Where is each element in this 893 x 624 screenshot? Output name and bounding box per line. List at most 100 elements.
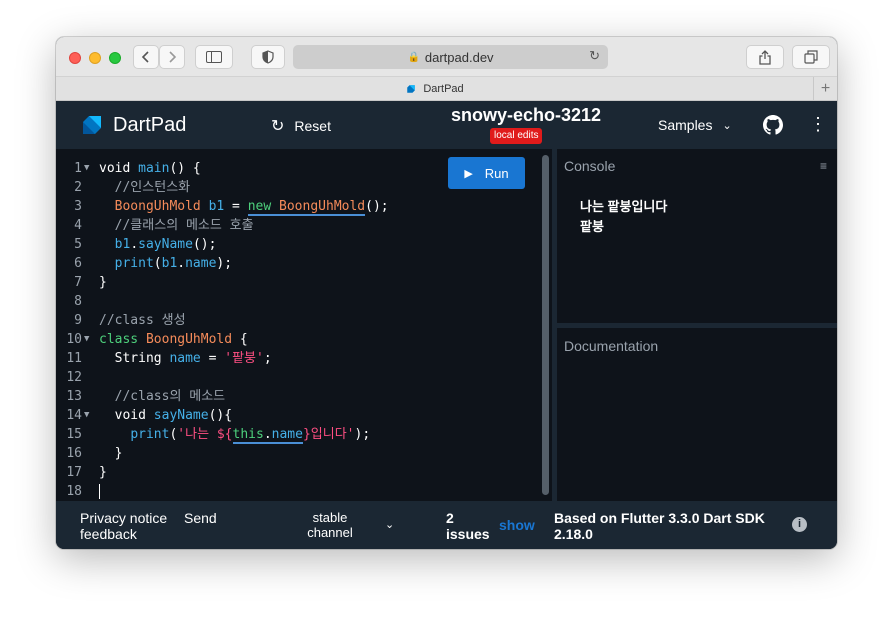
run-label: Run xyxy=(484,165,509,181)
url-text: dartpad.dev xyxy=(424,49,494,65)
address-bar[interactable]: 🔒 dartpad.dev ↻ xyxy=(293,45,608,69)
scrollbar-thumb[interactable] xyxy=(542,155,549,495)
token: void xyxy=(99,161,131,176)
chevron-right-icon xyxy=(169,51,177,63)
token: = xyxy=(224,199,248,214)
line-number: 6 xyxy=(74,256,82,271)
code-editor[interactable]: 1 ▼ void main() { 2 //인스턴스화 3 BoongUhMold … xyxy=(56,149,552,501)
run-button[interactable]: ▶ Run xyxy=(448,157,525,189)
tabs-icon xyxy=(804,50,818,64)
token: () { xyxy=(169,161,201,176)
code-line: 8 xyxy=(56,292,536,311)
code-lines: 1 ▼ void main() { 2 //인스턴스화 3 BoongUhMold … xyxy=(56,159,536,501)
app-name: DartPad xyxy=(113,113,187,136)
browser-titlebar: 🔒 dartpad.dev ↻ xyxy=(56,37,837,77)
local-edits-badge: local edits xyxy=(490,128,543,144)
line-number: 15 xyxy=(66,427,82,442)
zoom-window-button[interactable] xyxy=(109,52,121,64)
sidebar-toggle-button[interactable] xyxy=(195,45,233,69)
pad-title: snowy-echo-3212 xyxy=(451,105,602,125)
reset-button[interactable]: ↻ Reset xyxy=(271,116,331,136)
console-panel: Console ≡ 나는 팥붕입니다 팥붕 xyxy=(557,149,837,323)
clear-console-icon[interactable]: ≡ xyxy=(820,159,827,173)
privacy-report-button[interactable] xyxy=(251,45,285,69)
token: ); xyxy=(354,427,371,442)
show-issues-button[interactable]: show xyxy=(499,517,535,533)
code-line: 3 BoongUhMold b1 = new BoongUhMold(); xyxy=(56,197,536,216)
token: String xyxy=(114,351,162,366)
line-number: 10 xyxy=(66,332,82,347)
string-literal: '팥붕' xyxy=(224,351,264,366)
token: ( xyxy=(153,256,162,271)
editor-scrollbar[interactable] xyxy=(540,155,550,495)
code-line: 7} xyxy=(56,273,536,292)
privacy-notice-link[interactable]: Privacy notice xyxy=(80,510,167,526)
line-number: 11 xyxy=(66,351,82,366)
line-number: 13 xyxy=(66,389,82,404)
reload-icon[interactable]: ↻ xyxy=(589,48,600,64)
dart-favicon-icon xyxy=(407,84,416,93)
token: } xyxy=(99,465,107,480)
tab-dartpad[interactable]: DartPad xyxy=(56,77,813,100)
fold-arrow-icon[interactable]: ▼ xyxy=(84,330,89,349)
chevron-left-icon xyxy=(141,51,149,63)
token: . xyxy=(263,427,272,442)
code-line: 4 //클래스의 메소드 호출 xyxy=(56,216,536,235)
channel-selector[interactable]: stable channel xyxy=(306,510,354,540)
dartpad-logo[interactable]: DartPad xyxy=(80,113,186,137)
forward-button[interactable] xyxy=(159,45,185,69)
line-number: 17 xyxy=(66,465,82,480)
chevron-down-icon[interactable]: ⌄ xyxy=(385,518,394,531)
token: } xyxy=(99,275,107,290)
code-line: 5 b1.sayName(); xyxy=(56,235,536,254)
token: print xyxy=(130,427,170,442)
lock-icon: 🔒 xyxy=(407,51,420,63)
token: sayName xyxy=(153,408,209,423)
minimize-window-button[interactable] xyxy=(89,52,101,64)
send-feedback-link[interactable]: Send xyxy=(184,510,217,526)
share-button[interactable] xyxy=(746,45,784,69)
token: void xyxy=(114,408,146,423)
documentation-panel: Documentation xyxy=(557,328,837,501)
code-line: 11 String name = '팥붕'; xyxy=(56,349,536,368)
text-cursor xyxy=(99,484,100,499)
string-literal: }입니다' xyxy=(302,427,355,442)
more-vert-icon[interactable]: ⋮ xyxy=(809,114,827,134)
code-line: 16 } xyxy=(56,444,536,463)
refresh-icon: ↻ xyxy=(271,118,285,135)
fold-arrow-icon[interactable]: ▼ xyxy=(84,406,89,425)
browser-window: 🔒 dartpad.dev ↻ DartPad + DartPad ↻ Rese… xyxy=(56,37,837,549)
line-number: 9 xyxy=(74,313,82,328)
line-number: 16 xyxy=(66,446,82,461)
tab-title: DartPad xyxy=(423,82,464,95)
fold-arrow-icon[interactable]: ▼ xyxy=(84,159,89,178)
tabs-overview-button[interactable] xyxy=(792,45,830,69)
token: (){ xyxy=(208,408,233,423)
code-line: 18 xyxy=(56,482,536,501)
line-number: 12 xyxy=(66,370,82,385)
dart-logo-icon xyxy=(83,116,101,134)
code-line: 14 ▼ void sayName(){ xyxy=(56,406,536,425)
token: ); xyxy=(216,256,233,271)
token: (); xyxy=(365,199,389,214)
send-feedback-link-continued[interactable]: feedback xyxy=(80,526,137,542)
close-window-button[interactable] xyxy=(69,52,81,64)
line-number: 5 xyxy=(74,237,82,252)
code-line: 10 ▼ class BoongUhMold { xyxy=(56,330,536,349)
info-icon[interactable]: i xyxy=(792,517,807,532)
token: BoongUhMold xyxy=(114,199,201,214)
token: name xyxy=(169,351,201,366)
tab-bar: DartPad + xyxy=(56,77,837,101)
new-tab-button[interactable]: + xyxy=(813,77,837,100)
share-icon xyxy=(759,49,771,65)
github-icon[interactable] xyxy=(763,115,783,135)
comment: //class의 메소드 xyxy=(114,389,226,404)
string-literal: '나는 ${ xyxy=(177,427,233,442)
token: = xyxy=(200,351,225,366)
token: BoongUhMold xyxy=(145,332,233,347)
back-button[interactable] xyxy=(133,45,159,69)
line-number: 18 xyxy=(66,484,82,499)
samples-menu[interactable]: Samples ⌄ xyxy=(658,117,732,133)
token: main xyxy=(138,161,170,176)
comment: //class 생성 xyxy=(99,313,186,328)
